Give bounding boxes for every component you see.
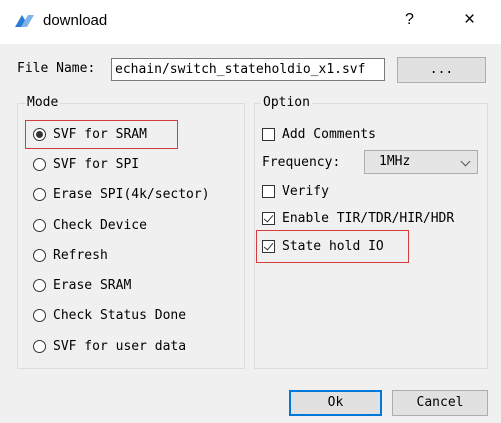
ok-button[interactable]: Ok (289, 390, 382, 416)
mode-option-svf-user-data[interactable]: SVF for user data (33, 339, 186, 354)
mode-option-check-device[interactable]: Check Device (33, 218, 147, 233)
frequency-label: Frequency: (262, 155, 341, 170)
mode-option-refresh[interactable]: Refresh (33, 248, 108, 263)
mode-option-label: SVF for user data (53, 339, 187, 354)
mode-option-erase-sram[interactable]: Erase SRAM (33, 278, 131, 293)
mode-option-label: SVF for SRAM (53, 127, 147, 142)
radio-check-device[interactable] (33, 219, 46, 232)
verify-option[interactable]: Verify (262, 184, 329, 199)
radio-erase-sram[interactable] (33, 279, 46, 292)
download-app-icon (15, 15, 34, 27)
enable-tir-checkbox[interactable] (262, 212, 275, 225)
add-comments-label: Add Comments (282, 127, 376, 142)
title-bar: download ? × (0, 0, 501, 44)
mode-option-label: SVF for SPI (53, 157, 140, 172)
state-hold-option[interactable]: State hold IO (262, 239, 384, 254)
chevron-down-icon (460, 156, 471, 167)
radio-erase-spi[interactable] (33, 188, 46, 201)
frequency-select[interactable]: 1MHz (364, 150, 478, 174)
file-name-input[interactable]: echain/switch_stateholdio_x1.svf (111, 58, 385, 81)
browse-button[interactable]: ... (397, 57, 486, 83)
option-group-title: Option (261, 95, 312, 111)
radio-svf-spi[interactable] (33, 158, 46, 171)
file-name-label: File Name: (17, 61, 96, 76)
mode-group-title: Mode (25, 95, 61, 111)
enable-tir-label: Enable TIR/TDR/HIR/HDR (282, 211, 455, 226)
radio-svf-user-data[interactable] (33, 340, 46, 353)
add-comments-checkbox[interactable] (262, 128, 275, 141)
mode-option-label: Refresh (53, 248, 108, 263)
cancel-button[interactable]: Cancel (392, 390, 488, 416)
file-name-value: echain/switch_stateholdio_x1.svf (115, 62, 366, 77)
help-button[interactable]: ? (405, 11, 414, 29)
window-title: download (43, 12, 108, 29)
close-button[interactable]: × (464, 9, 475, 31)
frequency-value: 1MHz (379, 154, 411, 169)
verify-label: Verify (282, 184, 329, 199)
mode-option-label: Erase SRAM (53, 278, 132, 293)
radio-check-status-done[interactable] (33, 309, 46, 322)
mode-option-label: Check Status Done (53, 308, 187, 323)
mode-option-label: Erase SPI(4k/sector) (53, 187, 210, 202)
radio-svf-sram[interactable] (33, 128, 46, 141)
mode-option-check-status-done[interactable]: Check Status Done (33, 308, 186, 323)
mode-option-svf-sram[interactable]: SVF for SRAM (33, 127, 147, 142)
mode-option-svf-spi[interactable]: SVF for SPI (33, 157, 139, 172)
mode-option-label: Check Device (53, 218, 147, 233)
radio-refresh[interactable] (33, 249, 46, 262)
verify-checkbox[interactable] (262, 185, 275, 198)
add-comments-option[interactable]: Add Comments (262, 127, 376, 142)
state-hold-checkbox[interactable] (262, 240, 275, 253)
enable-tir-option[interactable]: Enable TIR/TDR/HIR/HDR (262, 211, 454, 226)
state-hold-label: State hold IO (282, 239, 384, 254)
mode-option-erase-spi[interactable]: Erase SPI(4k/sector) (33, 187, 210, 202)
